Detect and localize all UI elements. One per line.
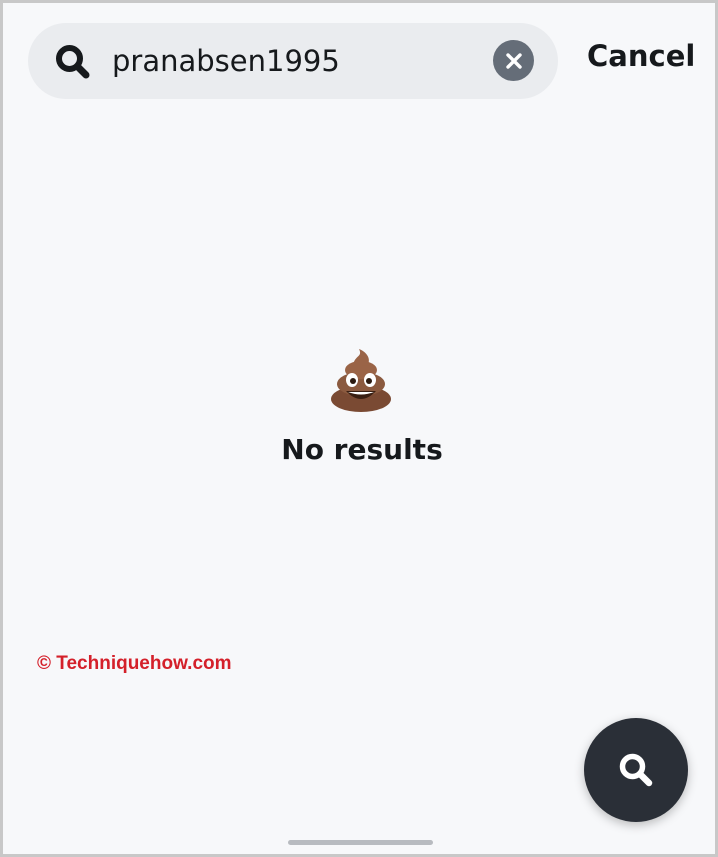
home-indicator[interactable] xyxy=(288,840,433,845)
search-input[interactable] xyxy=(112,39,482,83)
search-icon xyxy=(616,750,656,790)
close-icon xyxy=(505,52,523,70)
search-fab-button[interactable] xyxy=(584,718,688,822)
app-screen: Cancel No results © Techniquehow.com xyxy=(0,0,718,857)
search-bar[interactable] xyxy=(28,23,558,99)
clear-search-button[interactable] xyxy=(493,40,534,81)
cancel-button[interactable]: Cancel xyxy=(587,39,695,73)
search-icon xyxy=(54,43,92,81)
watermark: © Techniquehow.com xyxy=(37,653,232,674)
no-results-message: No results xyxy=(281,433,443,466)
poop-emoji xyxy=(329,347,393,413)
